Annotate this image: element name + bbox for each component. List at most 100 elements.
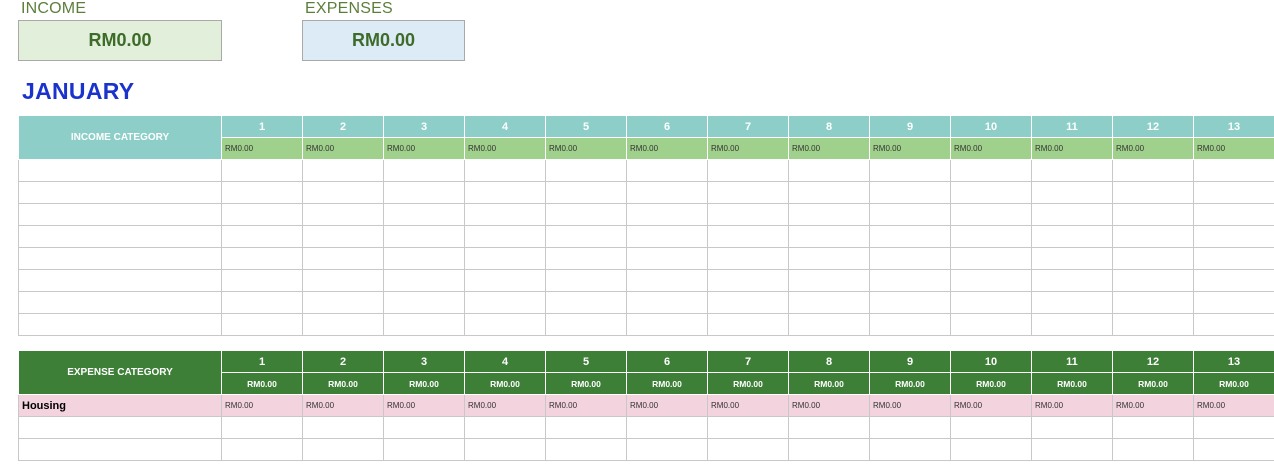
expense-amount-cell[interactable] <box>869 438 951 461</box>
income-amount-cell[interactable] <box>383 225 465 248</box>
income-amount-cell[interactable] <box>221 159 303 182</box>
income-amount-cell[interactable] <box>383 247 465 270</box>
income-amount-cell[interactable] <box>788 313 870 336</box>
income-amount-cell[interactable] <box>1031 159 1113 182</box>
income-amount-cell[interactable] <box>221 181 303 204</box>
income-amount-cell[interactable] <box>383 159 465 182</box>
income-category-cell[interactable] <box>18 225 222 248</box>
income-amount-cell[interactable] <box>1193 313 1274 336</box>
expense-amount-cell[interactable]: RM0.00 <box>707 394 789 417</box>
expense-day-total[interactable]: RM0.00 <box>707 372 789 395</box>
expense-day-total[interactable]: RM0.00 <box>464 372 546 395</box>
income-amount-cell[interactable] <box>221 203 303 226</box>
expense-amount-cell[interactable] <box>1112 438 1194 461</box>
income-amount-cell[interactable] <box>1112 181 1194 204</box>
income-amount-cell[interactable] <box>302 203 384 226</box>
income-amount-cell[interactable] <box>950 247 1032 270</box>
expense-amount-cell[interactable] <box>221 416 303 439</box>
income-amount-cell[interactable] <box>1193 247 1274 270</box>
income-amount-cell[interactable] <box>788 291 870 314</box>
expense-amount-cell[interactable]: RM0.00 <box>1112 394 1194 417</box>
income-category-cell[interactable] <box>18 181 222 204</box>
income-amount-cell[interactable] <box>950 203 1032 226</box>
income-amount-cell[interactable] <box>869 181 951 204</box>
income-amount-cell[interactable] <box>383 291 465 314</box>
expense-amount-cell[interactable] <box>383 416 465 439</box>
expense-category-label[interactable]: Housing <box>18 394 222 417</box>
income-amount-cell[interactable] <box>626 159 708 182</box>
expense-amount-cell[interactable] <box>545 416 627 439</box>
expense-amount-cell[interactable]: RM0.00 <box>1031 394 1113 417</box>
expense-amount-cell[interactable]: RM0.00 <box>626 394 708 417</box>
expense-amount-cell[interactable] <box>626 438 708 461</box>
income-amount-cell[interactable] <box>1112 203 1194 226</box>
income-amount-cell[interactable] <box>1193 291 1274 314</box>
income-day-total[interactable]: RM0.00 <box>1112 137 1194 160</box>
income-amount-cell[interactable] <box>383 313 465 336</box>
income-amount-cell[interactable] <box>1112 247 1194 270</box>
income-category-cell[interactable] <box>18 313 222 336</box>
income-amount-cell[interactable] <box>221 225 303 248</box>
income-amount-cell[interactable] <box>545 203 627 226</box>
expense-amount-cell[interactable] <box>1112 416 1194 439</box>
income-amount-cell[interactable] <box>1112 291 1194 314</box>
income-amount-cell[interactable] <box>1193 269 1274 292</box>
income-amount-cell[interactable] <box>464 225 546 248</box>
expense-amount-cell[interactable] <box>707 416 789 439</box>
income-amount-cell[interactable] <box>1193 203 1274 226</box>
expense-amount-cell[interactable] <box>626 416 708 439</box>
expense-amount-cell[interactable]: RM0.00 <box>302 394 384 417</box>
income-category-cell[interactable] <box>18 247 222 270</box>
income-amount-cell[interactable] <box>302 181 384 204</box>
income-amount-cell[interactable] <box>626 291 708 314</box>
expense-day-total[interactable]: RM0.00 <box>950 372 1032 395</box>
income-amount-cell[interactable] <box>302 269 384 292</box>
income-amount-cell[interactable] <box>545 159 627 182</box>
income-amount-cell[interactable] <box>302 225 384 248</box>
income-day-total[interactable]: RM0.00 <box>221 137 303 160</box>
expense-day-total[interactable]: RM0.00 <box>626 372 708 395</box>
expense-amount-cell[interactable]: RM0.00 <box>383 394 465 417</box>
expense-amount-cell[interactable] <box>1031 416 1113 439</box>
income-amount-cell[interactable] <box>302 247 384 270</box>
income-amount-cell[interactable] <box>869 291 951 314</box>
income-amount-cell[interactable] <box>221 313 303 336</box>
income-amount-cell[interactable] <box>1031 313 1113 336</box>
expense-amount-cell[interactable]: RM0.00 <box>545 394 627 417</box>
income-amount-cell[interactable] <box>545 291 627 314</box>
expense-amount-cell[interactable] <box>302 416 384 439</box>
expense-day-total[interactable]: RM0.00 <box>383 372 465 395</box>
income-amount-cell[interactable] <box>302 313 384 336</box>
income-day-total[interactable]: RM0.00 <box>1031 137 1113 160</box>
income-amount-cell[interactable] <box>464 313 546 336</box>
income-amount-cell[interactable] <box>545 225 627 248</box>
income-amount-cell[interactable] <box>869 203 951 226</box>
income-day-total[interactable]: RM0.00 <box>626 137 708 160</box>
income-amount-cell[interactable] <box>545 181 627 204</box>
expense-category-cell[interactable] <box>18 438 222 461</box>
expense-amount-cell[interactable]: RM0.00 <box>950 394 1032 417</box>
income-amount-cell[interactable] <box>1193 159 1274 182</box>
income-day-total[interactable]: RM0.00 <box>545 137 627 160</box>
income-amount-cell[interactable] <box>1031 291 1113 314</box>
income-amount-cell[interactable] <box>383 269 465 292</box>
income-amount-cell[interactable] <box>464 159 546 182</box>
income-amount-cell[interactable] <box>788 269 870 292</box>
income-amount-cell[interactable] <box>788 225 870 248</box>
income-amount-cell[interactable] <box>950 181 1032 204</box>
income-amount-cell[interactable] <box>1031 181 1113 204</box>
income-amount-cell[interactable] <box>1031 247 1113 270</box>
expense-amount-cell[interactable] <box>464 416 546 439</box>
expense-amount-cell[interactable] <box>707 438 789 461</box>
income-amount-cell[interactable] <box>221 291 303 314</box>
income-amount-cell[interactable] <box>707 313 789 336</box>
income-category-cell[interactable] <box>18 159 222 182</box>
expense-amount-cell[interactable]: RM0.00 <box>464 394 546 417</box>
income-amount-cell[interactable] <box>626 181 708 204</box>
expense-day-total[interactable]: RM0.00 <box>869 372 951 395</box>
income-amount-cell[interactable] <box>869 159 951 182</box>
expense-amount-cell[interactable] <box>545 438 627 461</box>
income-amount-cell[interactable] <box>707 269 789 292</box>
income-amount-cell[interactable] <box>869 269 951 292</box>
income-day-total[interactable]: RM0.00 <box>950 137 1032 160</box>
